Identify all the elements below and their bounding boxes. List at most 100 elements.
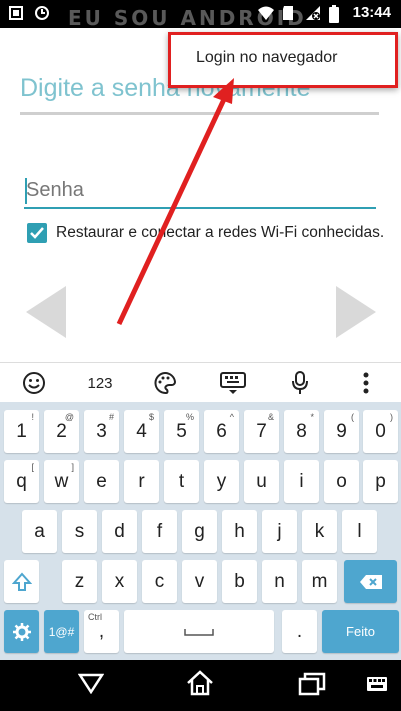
key-8[interactable]: * 8 xyxy=(284,410,319,453)
key-hint: # xyxy=(108,412,114,422)
key-label: 6 xyxy=(216,420,227,442)
key-label: , xyxy=(98,620,105,642)
password-input[interactable] xyxy=(24,173,376,209)
key-label: a xyxy=(34,520,45,542)
key-hint: ! xyxy=(31,412,34,422)
comma-key[interactable]: Ctrl, xyxy=(84,610,119,653)
key-label: s xyxy=(74,520,85,542)
key-hint: $ xyxy=(148,412,154,422)
key-1[interactable]: ! 1 xyxy=(4,410,39,453)
done-key[interactable]: Feito xyxy=(322,610,399,653)
key-k[interactable]: k xyxy=(302,510,337,553)
status-left-icons xyxy=(8,5,50,21)
more-vert-icon[interactable] xyxy=(358,371,374,395)
back-arrow-button[interactable] xyxy=(26,286,66,338)
key-m[interactable]: m xyxy=(302,560,337,603)
key-3[interactable]: #3 xyxy=(84,410,119,453)
key-5[interactable]: % 5 xyxy=(164,410,199,453)
key-j[interactable]: j xyxy=(262,510,297,553)
key-b[interactable]: b xyxy=(222,560,257,603)
wifi-restore-label: Restaurar e conectar a redes Wi-Fi conhe… xyxy=(56,224,385,241)
key-6[interactable]: ^ 6 xyxy=(204,410,239,453)
keyboard-switch-icon[interactable] xyxy=(366,676,388,697)
key-label: w xyxy=(54,470,69,492)
key-hint: % xyxy=(185,412,194,422)
shift-icon xyxy=(11,571,32,591)
key-7[interactable]: & 7 xyxy=(244,410,279,453)
shift-key[interactable] xyxy=(4,560,39,603)
key-r[interactable]: r xyxy=(124,460,159,503)
key-g[interactable]: g xyxy=(182,510,217,553)
numbers-button[interactable]: 123 xyxy=(82,371,118,395)
key-label: t xyxy=(178,470,185,492)
key-x[interactable]: x xyxy=(102,560,137,603)
title-divider xyxy=(20,112,379,115)
key-label: x xyxy=(114,570,125,592)
battery-icon xyxy=(328,4,345,23)
microphone-icon[interactable] xyxy=(288,371,312,395)
backspace-key[interactable] xyxy=(344,560,397,603)
emoji-icon[interactable] xyxy=(21,371,47,395)
key-label: y xyxy=(216,470,227,492)
key-label: m xyxy=(311,570,328,592)
key-label: v xyxy=(194,570,205,592)
key-label: 7 xyxy=(256,420,267,442)
key-p[interactable]: p xyxy=(363,460,398,503)
key-label: k xyxy=(314,520,325,542)
key-c[interactable]: c xyxy=(142,560,177,603)
key-t[interactable]: t xyxy=(164,460,199,503)
gear-icon xyxy=(12,622,31,641)
space-key[interactable] xyxy=(124,610,274,653)
key-2[interactable]: @2 xyxy=(44,410,79,453)
keyboard-toolbar: 123 xyxy=(0,362,401,402)
key-hint: ^ xyxy=(229,412,234,422)
key-label: 4 xyxy=(136,420,147,442)
key-label: g xyxy=(194,520,205,542)
key-d[interactable]: d xyxy=(102,510,137,553)
overflow-popup-menu: Login no navegador xyxy=(168,32,398,88)
key-e[interactable]: e xyxy=(84,460,119,503)
status-bar: EU SOU ANDROID 13:44 xyxy=(0,0,401,30)
wifi-restore-checkbox[interactable] xyxy=(27,223,47,243)
key-f[interactable]: f xyxy=(142,510,177,553)
navigation-bar xyxy=(0,660,401,711)
home-nav-icon[interactable] xyxy=(186,669,214,702)
menu-item-browser-login[interactable]: Login no navegador xyxy=(196,49,337,67)
settings-key[interactable] xyxy=(4,610,39,653)
key-v[interactable]: v xyxy=(182,560,217,603)
key-label: 1 xyxy=(16,420,27,442)
key-s[interactable]: s xyxy=(62,510,97,553)
keyboard-hide-icon[interactable] xyxy=(220,371,246,395)
recents-nav-icon[interactable] xyxy=(298,672,326,701)
key-i[interactable]: i xyxy=(284,460,319,503)
key-y[interactable]: y xyxy=(204,460,239,503)
next-arrow-button[interactable] xyxy=(336,286,376,338)
key-hint: [ xyxy=(31,462,34,472)
key-label: n xyxy=(274,570,285,592)
key-u[interactable]: u xyxy=(244,460,279,503)
key-l[interactable]: l xyxy=(342,510,377,553)
key-w[interactable]: ] w xyxy=(44,460,79,503)
checkmark-icon xyxy=(30,227,44,239)
key-n[interactable]: n xyxy=(262,560,297,603)
key-h[interactable]: h xyxy=(222,510,257,553)
wifi-restore-row[interactable]: Restaurar e conectar a redes Wi-Fi conhe… xyxy=(27,223,384,243)
key-9[interactable]: (9 xyxy=(324,410,359,453)
backspace-icon xyxy=(359,574,382,589)
key-a[interactable]: a xyxy=(22,510,57,553)
key-o[interactable]: o xyxy=(324,460,359,503)
status-right-icons: 13:44 xyxy=(257,4,391,23)
key-label: i xyxy=(299,470,304,492)
key-hint: @ xyxy=(64,412,74,422)
key-label: . xyxy=(296,620,303,642)
symbols-key[interactable]: 1@# xyxy=(44,610,79,653)
back-nav-icon[interactable] xyxy=(77,672,105,699)
period-key[interactable]: . xyxy=(282,610,317,653)
key-0[interactable]: ) 0 xyxy=(363,410,398,453)
key-hint: Ctrl xyxy=(88,612,102,622)
key-4[interactable]: $4 xyxy=(124,410,159,453)
key-label: o xyxy=(336,470,347,492)
key-q[interactable]: [q xyxy=(4,460,39,503)
key-z[interactable]: z xyxy=(62,560,97,603)
palette-icon[interactable] xyxy=(152,371,178,395)
